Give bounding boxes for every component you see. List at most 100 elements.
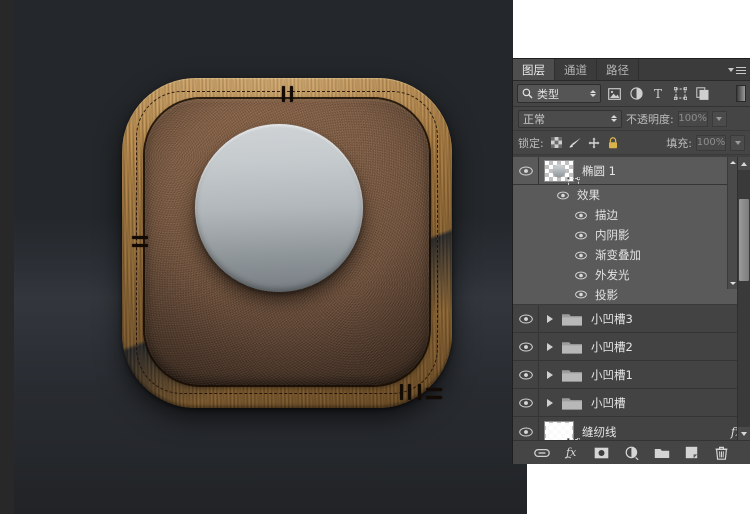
layer-row-stitching[interactable]: 缝纫线 fx	[513, 417, 750, 440]
eye-icon[interactable]	[575, 271, 587, 280]
tab-channels[interactable]: 通道	[555, 59, 597, 80]
layer-row-group-1[interactable]: 小凹槽1	[513, 361, 750, 389]
panel-menu-icon[interactable]	[728, 63, 746, 77]
effects-scroll-up-arrow-icon[interactable]	[728, 157, 737, 168]
new-group-button[interactable]	[653, 444, 671, 462]
opacity-value: 100%	[678, 113, 708, 124]
svg-text:T: T	[654, 87, 662, 100]
notch-mark-bottom-3	[418, 384, 421, 400]
new-adjustment-layer-button[interactable]	[623, 444, 641, 462]
notch-mark-top-2	[290, 86, 294, 102]
layer-visibility-toggle[interactable]	[513, 389, 539, 416]
effect-label: 渐变叠加	[595, 248, 641, 262]
effects-scroll-down-arrow-icon[interactable]	[728, 278, 737, 289]
filter-enable-toggle[interactable]	[736, 85, 746, 102]
layer-row-effect-drop-shadow[interactable]: 投影	[513, 285, 750, 305]
scroll-up-arrow-icon[interactable]	[738, 157, 750, 170]
filter-type-icon[interactable]: T	[649, 84, 667, 103]
eye-icon	[518, 165, 533, 176]
tab-paths[interactable]: 路径	[597, 59, 639, 80]
scroll-down-arrow-icon[interactable]	[738, 427, 750, 440]
filter-adjustment-icon[interactable]	[627, 84, 645, 103]
eye-icon[interactable]	[575, 231, 587, 240]
layer-row-group-0[interactable]: 小凹槽	[513, 389, 750, 417]
layer-filter-bar: 类型 T	[513, 81, 750, 107]
lock-image-pixels-icon[interactable]	[569, 136, 582, 149]
blend-mode-select[interactable]: 正常	[518, 109, 622, 128]
eye-icon	[518, 341, 533, 352]
document-canvas[interactable]	[14, 0, 527, 514]
app-root: 图层 通道 路径 类型 T 正常 不透明度: 100% 锁定: 填充: 100%…	[0, 0, 750, 514]
eye-icon[interactable]	[575, 290, 587, 299]
ellipse-knob-shape	[195, 124, 363, 292]
eye-icon[interactable]	[557, 191, 569, 200]
fill-value: 100%	[696, 137, 726, 148]
layer-list[interactable]: 椭圆 1 fx 效果 描边	[513, 157, 750, 440]
layer-thumbnail-wrap	[544, 420, 580, 440]
layer-row-effect-stroke[interactable]: 描边	[513, 205, 750, 225]
tab-layers-label: 图层	[522, 62, 545, 77]
lock-all-icon[interactable]	[607, 136, 620, 149]
layer-row-effect-outer-glow[interactable]: 外发光	[513, 265, 750, 285]
layer-row-effects-header[interactable]: 效果	[513, 185, 750, 205]
layer-row-group-2[interactable]: 小凹槽2	[513, 333, 750, 361]
lock-icon-group	[550, 136, 620, 149]
layer-visibility-toggle[interactable]	[513, 361, 539, 388]
layer-thumbnail-wrap	[544, 159, 580, 188]
link-layers-button[interactable]	[533, 444, 551, 462]
panel-menu-lines-icon	[736, 65, 746, 76]
canvas-top-cut	[513, 0, 527, 58]
layer-row-effect-gradient-overlay[interactable]: 渐变叠加	[513, 245, 750, 265]
filter-kind-select[interactable]: 类型	[517, 84, 601, 103]
scrollbar-thumb[interactable]	[739, 199, 749, 281]
layer-row-group-3[interactable]: 小凹槽3	[513, 305, 750, 333]
effects-header-label: 效果	[577, 188, 600, 202]
notch-mark-left-1	[132, 236, 148, 239]
new-layer-button[interactable]	[683, 444, 701, 462]
effect-label: 描边	[595, 208, 618, 222]
delete-layer-button[interactable]	[713, 444, 731, 462]
lock-transparent-pixels-icon[interactable]	[550, 136, 563, 149]
panel-tab-bar: 图层 通道 路径	[513, 59, 750, 81]
group-disclosure-triangle-icon[interactable]	[543, 398, 557, 407]
layer-row-ellipse-1[interactable]: 椭圆 1 fx	[513, 157, 750, 188]
blend-mode-value: 正常	[523, 112, 545, 126]
notch-mark-bottom-1	[400, 384, 403, 400]
lock-row: 锁定: 填充: 100%	[513, 131, 750, 155]
layer-name: 小凹槽2	[591, 339, 633, 354]
tab-paths-label: 路径	[606, 62, 629, 77]
filter-kind-stepper-icon[interactable]	[590, 90, 596, 97]
tab-layers[interactable]: 图层	[513, 59, 555, 80]
notch-mark-bottom-2	[408, 384, 412, 400]
group-disclosure-triangle-icon[interactable]	[543, 342, 557, 351]
layer-name: 小凹槽	[591, 395, 626, 410]
add-layer-style-button[interactable]: fx	[563, 444, 581, 462]
layer-visibility-toggle[interactable]	[513, 333, 539, 360]
eye-icon	[518, 426, 533, 437]
group-disclosure-triangle-icon[interactable]	[543, 370, 557, 379]
filter-smart-object-icon[interactable]	[693, 84, 711, 103]
filter-shape-icon[interactable]	[671, 84, 689, 103]
layer-visibility-toggle[interactable]	[513, 157, 539, 184]
layer-visibility-toggle[interactable]	[513, 417, 539, 440]
layer-name: 椭圆 1	[582, 163, 616, 178]
group-disclosure-triangle-icon[interactable]	[543, 314, 557, 323]
effect-label: 外发光	[595, 268, 630, 282]
layer-name: 小凹槽1	[591, 367, 633, 382]
lock-position-icon[interactable]	[588, 136, 601, 149]
notch-mark-top-1	[282, 86, 285, 102]
eye-icon[interactable]	[575, 251, 587, 260]
layer-visibility-toggle[interactable]	[513, 305, 539, 332]
layer-list-scrollbar[interactable]	[737, 157, 750, 440]
layer-row-effect-inner-shadow[interactable]: 内阴影	[513, 225, 750, 245]
eye-icon[interactable]	[575, 211, 587, 220]
fill-dropdown-arrow-icon[interactable]	[730, 134, 745, 151]
filter-pixel-icon[interactable]	[605, 84, 623, 103]
notch-mark-right-2	[426, 396, 442, 400]
notch-mark-left-2	[132, 244, 148, 248]
effects-scrollbar[interactable]	[727, 157, 737, 289]
opacity-dropdown-arrow-icon[interactable]	[711, 110, 727, 127]
opacity-input[interactable]: 100%	[677, 110, 708, 127]
fill-input[interactable]: 100%	[696, 134, 726, 151]
add-layer-mask-button[interactable]	[593, 444, 611, 462]
